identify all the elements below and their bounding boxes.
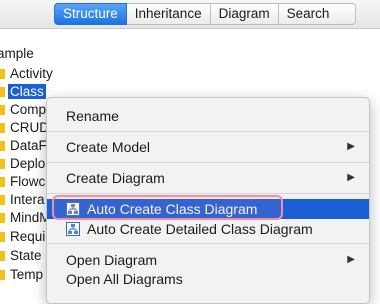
tree-item-label: Requi	[10, 229, 46, 244]
folder-icon	[0, 195, 5, 205]
tab-bar: Structure Inheritance Diagram Search	[0, 0, 380, 29]
menu-item-label: Auto Create Detailed Class Diagram	[87, 221, 313, 237]
submenu-arrow-icon: ▶	[347, 172, 355, 183]
folder-icon	[0, 87, 5, 97]
tree-item-class[interactable]: Class	[0, 83, 46, 101]
tree-item-requi[interactable]: Requi	[0, 228, 47, 246]
tree-item-label: CRUD	[10, 120, 49, 135]
menu-separator	[47, 243, 369, 244]
tree-item-dataf[interactable]: DataF	[0, 137, 49, 155]
menu-item-create-diagram[interactable]: Create Diagram ▶	[47, 168, 369, 188]
tree-item-label: State	[10, 248, 42, 263]
menu-item-label: Open Diagram	[66, 252, 158, 268]
menu-item-label: Open All Diagrams	[66, 271, 183, 287]
tree-item-deplo[interactable]: Deplo	[0, 155, 47, 173]
folder-icon	[0, 232, 5, 242]
tree-item-label: DataF	[10, 138, 47, 153]
tree-item-label: Intera	[10, 192, 45, 207]
tree-item-label: Activity	[10, 66, 53, 81]
tree-root-label[interactable]: ample	[0, 46, 34, 61]
folder-icon	[0, 105, 5, 115]
tree-item-temp[interactable]: Temp	[0, 266, 45, 284]
tab-diagram[interactable]: Diagram	[210, 3, 279, 25]
tab-group: Structure Inheritance Diagram Search	[54, 3, 356, 25]
folder-icon	[0, 69, 5, 79]
submenu-arrow-icon: ▶	[347, 141, 355, 152]
folder-icon	[0, 159, 5, 169]
tab-search[interactable]: Search	[278, 3, 356, 25]
tree-item-label: Deplo	[10, 156, 46, 171]
menu-item-label: Create Diagram	[66, 170, 165, 186]
tree-item-mindm[interactable]: MindM	[0, 209, 53, 227]
tab-inheritance[interactable]: Inheritance	[126, 3, 211, 25]
menu-separator	[47, 131, 369, 132]
folder-icon	[0, 270, 5, 280]
menu-item-open-diagram[interactable]: Open Diagram ▶	[47, 250, 369, 270]
menu-item-label: Rename	[66, 108, 119, 124]
menu-separator	[47, 193, 369, 194]
folder-icon	[0, 177, 5, 187]
folder-icon	[0, 213, 5, 223]
folder-icon	[0, 141, 5, 151]
tree-item-state[interactable]: State	[0, 247, 44, 265]
menu-item-label: Create Model	[66, 139, 151, 155]
folder-icon	[0, 123, 5, 133]
menu-separator	[47, 162, 369, 163]
tree-item-label: Comp	[10, 102, 47, 117]
tree-item-activity[interactable]: Activity	[0, 65, 55, 83]
tab-structure[interactable]: Structure	[54, 3, 127, 25]
tree-item-label: Class	[8, 84, 46, 99]
tree-item-comp[interactable]: Comp	[0, 101, 48, 119]
menu-item-rename[interactable]: Rename	[47, 106, 369, 126]
folder-icon	[0, 251, 5, 261]
submenu-arrow-icon: ▶	[347, 254, 355, 265]
class-diagram-icon	[66, 222, 80, 236]
highlight-ring	[52, 195, 283, 220]
tree-item-label: Temp	[10, 267, 44, 282]
tree-item-intera[interactable]: Intera	[0, 191, 47, 209]
menu-item-auto-create-detailed-class-diagram[interactable]: Auto Create Detailed Class Diagram	[47, 219, 369, 239]
menu-item-create-model[interactable]: Create Model ▶	[47, 137, 369, 157]
tree-item-label: Flowc	[10, 174, 46, 189]
tree-item-crud[interactable]: CRUD	[0, 119, 51, 137]
menu-item-open-all-diagrams[interactable]: Open All Diagrams	[47, 269, 369, 289]
tree-item-flowc[interactable]: Flowc	[0, 173, 47, 191]
